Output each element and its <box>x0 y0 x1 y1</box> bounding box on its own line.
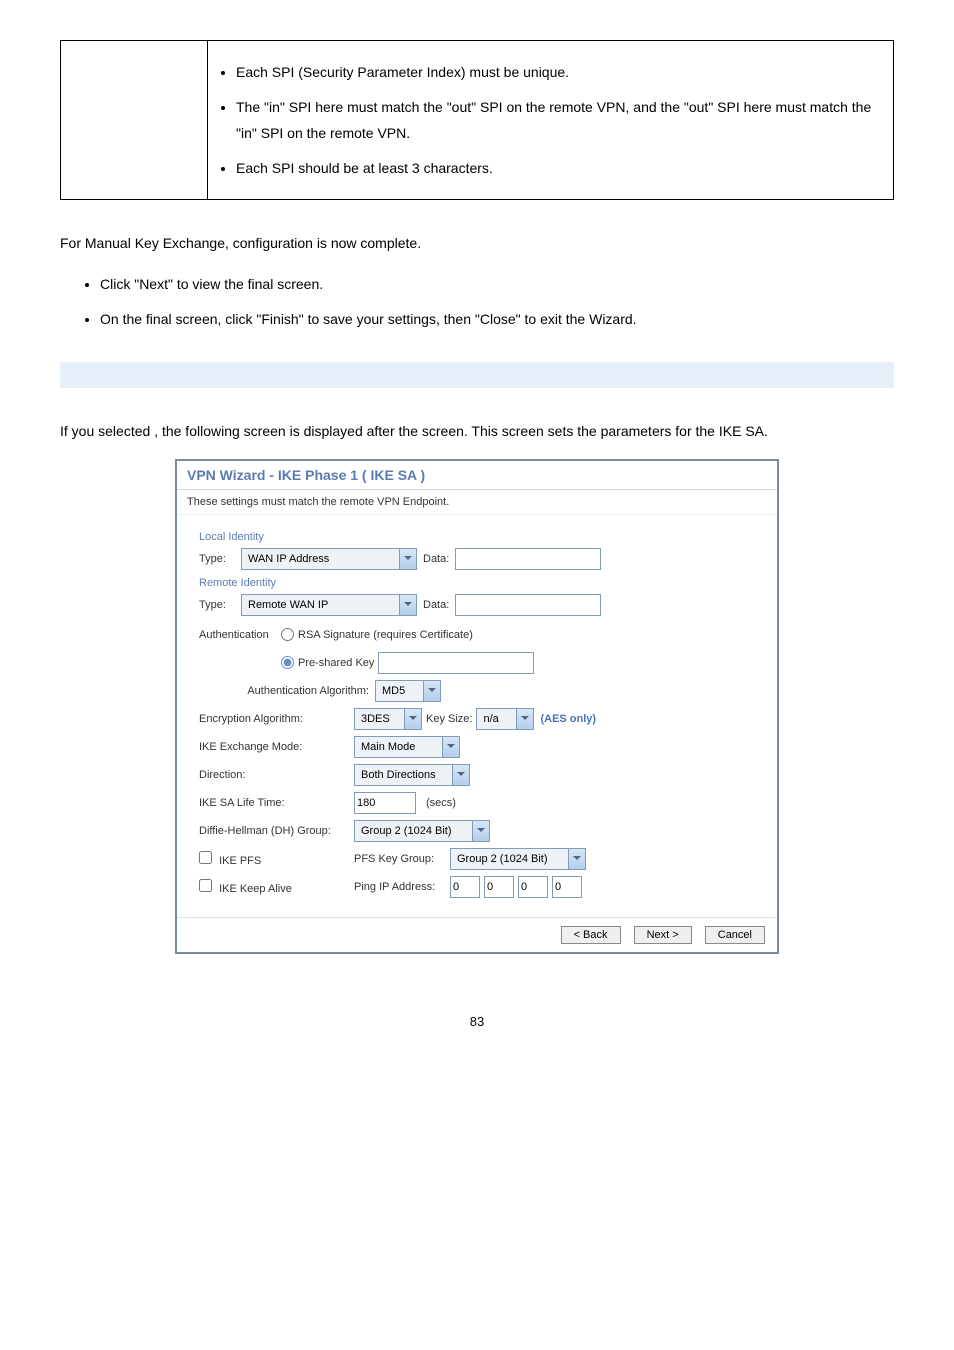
vpn-wizard-panel: VPN Wizard - IKE Phase 1 ( IKE SA ) Thes… <box>175 459 779 954</box>
pfs-key-group-label: PFS Key Group: <box>354 853 450 865</box>
key-size-label: Key Size: <box>426 713 472 725</box>
ike-keep-alive-label: IKE Keep Alive <box>219 883 292 895</box>
ping-ip-octet-2[interactable] <box>484 876 514 898</box>
wizard-title: VPN Wizard - IKE Phase 1 ( IKE SA ) <box>177 461 777 490</box>
remote-identity-label: Remote Identity <box>199 577 759 589</box>
ping-ip-octet-1[interactable] <box>450 876 480 898</box>
ike-pfs-label: IKE PFS <box>219 855 261 867</box>
cancel-button[interactable]: Cancel <box>705 926 765 944</box>
instruction-item: Click "Next" to view the final screen. <box>100 271 894 298</box>
secs-label: (secs) <box>426 797 456 809</box>
type-label: Type: <box>199 599 241 611</box>
rsa-signature-label: RSA Signature (requires Certificate) <box>298 629 473 641</box>
table-right-cell: Each SPI (Security Parameter Index) must… <box>208 41 894 200</box>
aes-only-note: (AES only) <box>540 713 596 725</box>
authentication-label: Authentication <box>199 629 281 641</box>
table-left-cell <box>61 41 208 200</box>
back-button[interactable]: < Back <box>561 926 621 944</box>
data-label: Data: <box>423 599 449 611</box>
preshared-key-radio[interactable] <box>281 656 294 669</box>
rsa-signature-radio[interactable] <box>281 628 294 641</box>
encryption-algo-select[interactable]: 3DES <box>354 708 422 730</box>
ping-ip-octet-4[interactable] <box>552 876 582 898</box>
local-data-input[interactable] <box>455 548 601 570</box>
spi-bullet: Each SPI should be at least 3 characters… <box>236 155 885 182</box>
dh-group-select[interactable]: Group 2 (1024 Bit) <box>354 820 490 842</box>
next-button[interactable]: Next > <box>634 926 692 944</box>
section-heading-bar <box>60 362 894 388</box>
local-identity-label: Local Identity <box>199 531 759 543</box>
preshared-key-label: Pre-shared Key <box>298 657 374 669</box>
wizard-subtitle: These settings must match the remote VPN… <box>177 490 777 515</box>
ike-exchange-mode-select[interactable]: Main Mode <box>354 736 460 758</box>
manual-key-complete-text: For Manual Key Exchange, configuration i… <box>60 230 894 257</box>
ike-exchange-mode-label: IKE Exchange Mode: <box>199 741 354 753</box>
page-number: 83 <box>60 1014 894 1029</box>
key-size-select[interactable]: n/a <box>476 708 534 730</box>
type-label: Type: <box>199 553 241 565</box>
remote-type-select[interactable]: Remote WAN IP <box>241 594 417 616</box>
ike-pfs-checkbox[interactable] <box>199 851 212 864</box>
pfs-key-group-select[interactable]: Group 2 (1024 Bit) <box>450 848 586 870</box>
remote-data-input[interactable] <box>455 594 601 616</box>
sa-life-time-input[interactable] <box>354 792 416 814</box>
direction-select[interactable]: Both Directions <box>354 764 470 786</box>
ping-ip-octet-3[interactable] <box>518 876 548 898</box>
sa-life-time-label: IKE SA Life Time: <box>199 797 354 809</box>
auth-algo-label: Authentication Algorithm: <box>199 685 375 697</box>
instruction-item: On the final screen, click "Finish" to s… <box>100 306 894 333</box>
encryption-algo-label: Encryption Algorithm: <box>199 713 354 725</box>
ping-ip-label: Ping IP Address: <box>354 881 450 893</box>
preshared-key-input[interactable] <box>378 652 534 674</box>
ike-intro-text: If you selected , the following screen i… <box>60 418 894 445</box>
dh-group-label: Diffie-Hellman (DH) Group: <box>199 825 354 837</box>
ike-keep-alive-checkbox[interactable] <box>199 879 212 892</box>
spi-bullet: Each SPI (Security Parameter Index) must… <box>236 59 885 86</box>
auth-algo-select[interactable]: MD5 <box>375 680 441 702</box>
data-label: Data: <box>423 553 449 565</box>
local-type-select[interactable]: WAN IP Address <box>241 548 417 570</box>
direction-label: Direction: <box>199 769 354 781</box>
spi-bullet: The "in" SPI here must match the "out" S… <box>236 94 885 147</box>
spi-info-table: Each SPI (Security Parameter Index) must… <box>60 40 894 200</box>
